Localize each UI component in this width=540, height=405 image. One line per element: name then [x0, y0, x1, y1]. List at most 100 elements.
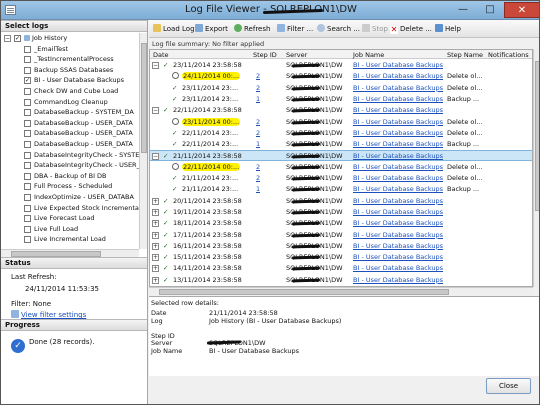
step-id-cell[interactable]: 2 — [256, 173, 260, 184]
table-row[interactable]: +✓16/11/2014 23:58:58SQLREPLON1\DWBI - U… — [150, 241, 532, 252]
job-name-cell[interactable]: BI - User Database Backups — [353, 230, 445, 241]
table-row[interactable]: ✓23/11/2014 23:...2SQLREPLON1\DWBI - Use… — [150, 83, 532, 94]
job-name-cell[interactable]: BI - User Database Backups — [353, 275, 445, 286]
table-row[interactable]: +✓17/11/2014 23:58:58SQLREPLON1\DWBI - U… — [150, 230, 532, 241]
refresh-button[interactable]: Refresh — [234, 24, 270, 35]
log-checkbox[interactable] — [24, 56, 31, 64]
collapse-icon[interactable]: − — [152, 107, 159, 115]
table-row[interactable]: ✓22/11/2014 23:...2SQLREPLON1\DWBI - Use… — [150, 128, 532, 139]
table-row[interactable]: ✓22/11/2014 23:...1SQLREPLON1\DWBI - Use… — [150, 139, 532, 150]
column-notifications[interactable]: Notifications — [488, 51, 529, 59]
grid-horizontal-scrollbar[interactable] — [149, 287, 533, 295]
log-checkbox[interactable] — [24, 130, 31, 138]
scroll-thumb[interactable] — [159, 289, 449, 295]
table-row[interactable]: +✓20/11/2014 23:58:58SQLREPLON1\DWBI - U… — [150, 196, 532, 207]
job-name-cell[interactable]: BI - User Database Backups — [353, 71, 445, 82]
step-id-cell[interactable]: 2 — [256, 128, 260, 139]
step-id-cell[interactable]: 2 — [256, 117, 260, 128]
minimize-button[interactable]: — — [450, 2, 476, 18]
job-name-cell[interactable]: BI - User Database Backups — [353, 139, 445, 150]
table-row[interactable]: ✓21/11/2014 23:...2SQLREPLON1\DWBI - Use… — [150, 173, 532, 184]
column-date[interactable]: Date — [153, 51, 169, 59]
delete-button[interactable]: ✕ Delete ... — [390, 24, 432, 35]
log-checkbox[interactable] — [24, 194, 31, 201]
expand-icon[interactable]: + — [152, 220, 159, 228]
table-row[interactable]: +✓19/11/2014 23:58:58SQLREPLON1\DWBI - U… — [150, 207, 532, 218]
export-button[interactable]: Export — [195, 24, 228, 35]
job-name-cell[interactable]: BI - User Database Backups — [353, 263, 445, 274]
log-checkbox[interactable] — [24, 236, 31, 244]
table-row[interactable]: 22/11/2014 00:...2SQLREPLON1\DWBI - User… — [150, 162, 532, 173]
search-button[interactable]: Search ... — [317, 24, 360, 35]
column-server[interactable]: Server — [286, 51, 307, 59]
job-name-cell[interactable]: BI - User Database Backups — [353, 218, 445, 229]
job-name-cell[interactable]: BI - User Database Backups — [353, 207, 445, 218]
log-checkbox[interactable] — [24, 204, 31, 212]
step-id-cell[interactable]: 2 — [256, 83, 260, 94]
job-name-cell[interactable]: BI - User Database Backups — [353, 94, 445, 105]
job-name-cell[interactable]: BI - User Database Backups — [353, 60, 445, 71]
table-row[interactable]: ✓21/11/2014 23:...1SQLREPLON1\DWBI - Use… — [150, 184, 532, 195]
column-job-name[interactable]: Job Name — [353, 51, 384, 59]
log-checkbox[interactable] — [24, 225, 31, 233]
scroll-thumb[interactable] — [535, 61, 539, 211]
log-checkbox[interactable] — [24, 172, 31, 180]
job-name-cell[interactable]: BI - User Database Backups — [353, 105, 445, 116]
step-id-cell[interactable]: 2 — [256, 162, 260, 173]
stop-button[interactable]: Stop — [362, 24, 388, 35]
job-name-cell[interactable]: BI - User Database Backups — [353, 184, 445, 195]
step-id-cell[interactable]: 2 — [256, 71, 260, 82]
job-name-cell[interactable]: BI - User Database Backups — [353, 173, 445, 184]
scroll-thumb[interactable] — [141, 43, 147, 153]
collapse-icon[interactable]: − — [152, 153, 159, 161]
title-bar[interactable]: Log File Viewer - SQLREPLON1\DW — □ ✕ — [1, 1, 539, 20]
job-name-cell[interactable]: BI - User Database Backups — [353, 241, 445, 252]
load-log-button[interactable]: Load Log — [153, 24, 195, 35]
expand-icon[interactable]: + — [152, 254, 159, 262]
table-row[interactable]: +✓14/11/2014 23:58:58SQLREPLON1\DWBI - U… — [150, 263, 532, 274]
maximize-button[interactable]: □ — [477, 2, 503, 18]
log-checkbox[interactable] — [24, 183, 31, 191]
job-name-cell[interactable]: BI - User Database Backups — [353, 83, 445, 94]
expand-icon[interactable]: + — [152, 242, 159, 250]
log-checkbox[interactable] — [24, 162, 31, 170]
job-name-cell[interactable]: BI - User Database Backups — [353, 162, 445, 173]
grid-vertical-scrollbar[interactable] — [533, 49, 539, 287]
expand-icon[interactable]: + — [152, 208, 159, 216]
logs-vertical-scrollbar[interactable] — [139, 33, 147, 249]
close-button[interactable]: Close — [486, 378, 531, 394]
column-step-name[interactable]: Step Name — [447, 51, 483, 59]
expand-icon[interactable]: + — [152, 231, 159, 239]
job-name-cell[interactable]: BI - User Database Backups — [353, 196, 445, 207]
expand-icon[interactable]: + — [152, 276, 159, 284]
close-window-button[interactable]: ✕ — [504, 2, 539, 18]
column-step-id[interactable]: Step ID — [253, 51, 277, 59]
table-row[interactable]: 23/11/2014 00:...2SQLREPLON1\DWBI - User… — [150, 117, 532, 128]
log-checkbox[interactable] — [24, 141, 31, 148]
step-id-cell[interactable]: 1 — [256, 184, 260, 195]
table-row[interactable]: −✓23/11/2014 23:58:58SQLREPLON1\DWBI - U… — [150, 60, 532, 71]
log-checkbox[interactable]: ✓ — [24, 77, 31, 85]
job-name-cell[interactable]: BI - User Database Backups — [353, 128, 445, 139]
log-checkbox[interactable] — [24, 215, 31, 223]
help-button[interactable]: Help — [435, 24, 461, 35]
job-name-cell[interactable]: BI - User Database Backups — [353, 252, 445, 263]
filter-button[interactable]: Filter ... — [277, 24, 313, 35]
log-checkbox[interactable]: ✓ — [14, 35, 21, 42]
table-row[interactable]: +✓13/11/2014 23:58:58SQLREPLON1\DWBI - U… — [150, 275, 532, 286]
job-name-cell[interactable]: BI - User Database Backups — [353, 117, 445, 128]
log-checkbox[interactable] — [24, 98, 31, 106]
table-row[interactable]: 24/11/2014 00:...2SQLREPLON1\DWBI - User… — [150, 71, 532, 82]
expand-icon[interactable]: + — [152, 265, 159, 273]
log-checkbox[interactable] — [24, 119, 31, 127]
view-filter-settings-link[interactable]: View filter settings — [21, 311, 86, 319]
collapse-icon[interactable]: − — [152, 62, 159, 69]
collapse-icon[interactable]: − — [4, 35, 11, 42]
expand-icon[interactable]: + — [152, 197, 159, 205]
table-row[interactable]: ✓23/11/2014 23:...1SQLREPLON1\DWBI - Use… — [150, 94, 532, 105]
step-id-cell[interactable]: 1 — [256, 139, 260, 150]
table-row[interactable]: −✓21/11/2014 23:58:58SQLREPLON1\DWBI - U… — [150, 150, 532, 162]
logs-horizontal-scrollbar[interactable] — [1, 249, 139, 257]
log-checkbox[interactable] — [24, 45, 31, 53]
step-id-cell[interactable]: 1 — [256, 94, 260, 105]
